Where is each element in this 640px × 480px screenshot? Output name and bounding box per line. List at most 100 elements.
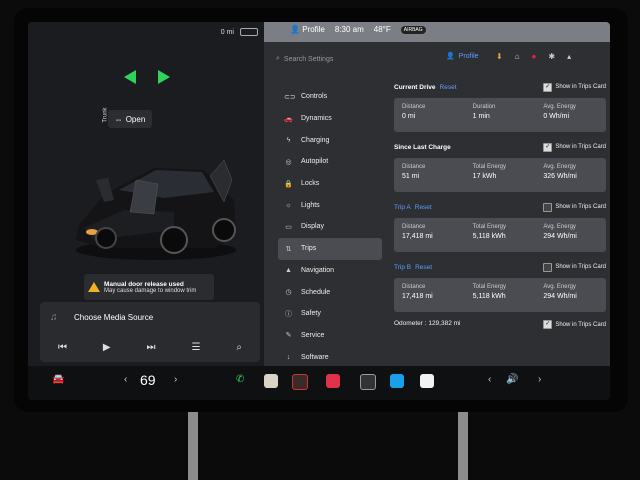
show-in-trips-card-checkbox[interactable]: Show in Trips Card <box>543 262 606 272</box>
car-panel: 0 mi Trunk ⇔ Open Manual door release us… <box>28 22 264 366</box>
menu-label: Software <box>301 353 329 361</box>
checkbox-empty-icon <box>543 202 553 212</box>
light-icon: ☼ <box>285 201 292 209</box>
next-track-icon[interactable]: ⏭ <box>147 342 156 353</box>
stat-label: Total Energy <box>472 284 507 290</box>
stat-cell: Total Energy 17 kWh <box>465 158 536 192</box>
checkbox-label: Show in Trips Card <box>555 264 606 270</box>
stat-label: Avg. Energy <box>543 164 576 170</box>
checkbox-label: Show in Trips Card <box>555 204 606 210</box>
stat-label: Duration <box>472 104 496 110</box>
frunk-open-button[interactable]: ⇔ Open <box>108 110 152 128</box>
checkbox-checked-icon: ✓ <box>543 82 553 92</box>
menu-label: Schedule <box>301 288 331 296</box>
volume-up-icon[interactable]: › <box>538 374 541 385</box>
blank-app-icon[interactable] <box>420 374 434 388</box>
search-icon[interactable]: ⌕ <box>236 342 242 353</box>
stat-cell: Duration 1 min <box>465 98 536 132</box>
stat-value: 5,118 kWh <box>472 233 506 240</box>
display-icon: ▭ <box>285 223 292 231</box>
reset-link[interactable]: Reset <box>415 264 432 271</box>
menu-item-software[interactable]: ↓ Software <box>278 346 382 368</box>
music-app-icon[interactable] <box>326 374 340 388</box>
media-source-row[interactable]: ♫ Choose Media Source <box>40 302 260 332</box>
trip-a-title: Trip A <box>394 203 411 211</box>
stat-label: Avg. Energy <box>543 104 576 110</box>
show-in-trips-card-checkbox[interactable]: ✓ Show in Trips Card <box>543 82 606 92</box>
toggle-icon: ⊂⊃ <box>284 93 296 101</box>
show-in-trips-card-checkbox[interactable]: Show in Trips Card <box>543 202 606 212</box>
phone-icon[interactable]: ✆ <box>236 374 244 385</box>
menu-item-controls[interactable]: ⊂⊃ Controls <box>278 86 382 108</box>
bolt-icon: ϟ <box>286 136 291 144</box>
stat-value: 1 min <box>472 113 490 120</box>
settings-top-icons: ⬇ ⌂ ● ✱ ▴ <box>496 52 571 61</box>
stat-value: 51 mi <box>402 173 420 180</box>
stat-value: 17 kWh <box>472 173 497 180</box>
show-in-trips-card-checkbox[interactable]: ✓ Show in Trips Card <box>543 142 606 152</box>
stat-value: 17,418 mi <box>402 233 433 240</box>
menu-label: Charging <box>301 136 330 144</box>
reset-link[interactable]: Reset <box>415 204 432 211</box>
menu-item-autopilot[interactable]: ◎ Autopilot <box>278 151 382 173</box>
range-text: 0 mi <box>220 28 234 36</box>
menu-item-display[interactable]: ▭ Display <box>278 216 382 238</box>
warning-text: Manual door release used May cause damag… <box>104 281 196 294</box>
temp-down-icon[interactable]: ‹ <box>124 374 127 385</box>
play-icon[interactable]: ▶ <box>103 342 111 353</box>
settings-search[interactable]: ⌕ Search Settings <box>276 52 426 66</box>
menu-item-charging[interactable]: ϟ Charging <box>278 129 382 151</box>
checkbox-label: Show in Trips Card <box>555 84 606 90</box>
profile-button[interactable]: 👤 Profile <box>446 52 479 61</box>
menu-item-navigation[interactable]: ▲ Navigation <box>278 260 382 282</box>
bluetooth-icon[interactable]: ✱ <box>548 52 555 61</box>
stat-value: 294 Wh/mi <box>543 233 577 240</box>
trip-a-card: Distance 17,418 mi Total Energy 5,118 kWh … <box>394 218 606 252</box>
previous-track-icon[interactable]: ⏮ <box>58 342 67 353</box>
current-drive-card: Distance 0 mi Duration 1 min Avg. Energy 0 … <box>394 98 606 132</box>
home-icon[interactable]: ⌂ <box>515 52 520 61</box>
odometer-row: Odometer : 129,382 mi ✓ Show in Trips Car… <box>394 320 606 329</box>
stat-label: Distance <box>402 284 426 290</box>
volume-down-icon[interactable]: ‹ <box>488 374 491 385</box>
equalizer-icon[interactable]: ☰ <box>191 342 200 353</box>
more-apps-icon[interactable] <box>360 374 376 390</box>
volume-icon[interactable]: 🔊 <box>506 374 518 385</box>
clock: 8:30 am <box>334 25 364 34</box>
frunk-icon: ⇔ <box>114 114 123 124</box>
checkbox-label: Show in Trips Card <box>555 144 606 150</box>
menu-item-service[interactable]: ✎ Service <box>278 325 382 347</box>
menu-item-schedule[interactable]: ◷ Schedule <box>278 281 382 303</box>
download-icon[interactable]: ⬇ <box>496 52 503 61</box>
arcade-icon[interactable] <box>292 374 308 390</box>
download-icon: ↓ <box>286 353 291 361</box>
stat-value: 5,118 kWh <box>472 293 506 300</box>
menu-item-dynamics[interactable]: 🚗 Dynamics <box>278 108 382 130</box>
car-icon: 🚗 <box>284 115 293 123</box>
menu-item-lights[interactable]: ☼ Lights <box>278 194 382 216</box>
screen-mount-left <box>188 412 198 480</box>
menu-item-locks[interactable]: 🔒 Locks <box>278 173 382 195</box>
clock-icon: ◷ <box>285 289 292 297</box>
stat-label: Total Energy <box>472 224 507 230</box>
bluetooth-app-icon[interactable] <box>390 374 404 388</box>
temp-up-icon[interactable]: › <box>174 374 177 385</box>
show-in-trips-card-checkbox[interactable]: ✓ Show in Trips Card <box>543 320 606 329</box>
reset-link[interactable]: Reset <box>440 84 457 91</box>
menu-item-safety[interactable]: ⓘ Safety <box>278 303 382 325</box>
menu-label: Trips <box>301 245 317 253</box>
stat-label: Total Energy <box>472 164 507 170</box>
odometer-value: 129,382 mi <box>428 320 461 327</box>
menu-label: Safety <box>301 310 321 318</box>
checkbox-checked-icon: ✓ <box>543 142 553 152</box>
media-source-label: Choose Media Source <box>74 312 154 322</box>
trips-content: Current Drive Reset ✓ Show in Trips Card D… <box>394 80 606 329</box>
toybox-icon[interactable] <box>264 374 278 388</box>
profile-status[interactable]: 👤 Profile <box>290 25 325 34</box>
bell-icon[interactable]: ● <box>532 52 537 61</box>
car-icon[interactable]: 🚘 <box>52 374 64 385</box>
battery-icon <box>240 28 258 36</box>
menu-item-trips[interactable]: ⇅ Trips <box>278 237 382 260</box>
car-image <box>76 159 236 260</box>
search-icon: ⌕ <box>276 55 280 62</box>
